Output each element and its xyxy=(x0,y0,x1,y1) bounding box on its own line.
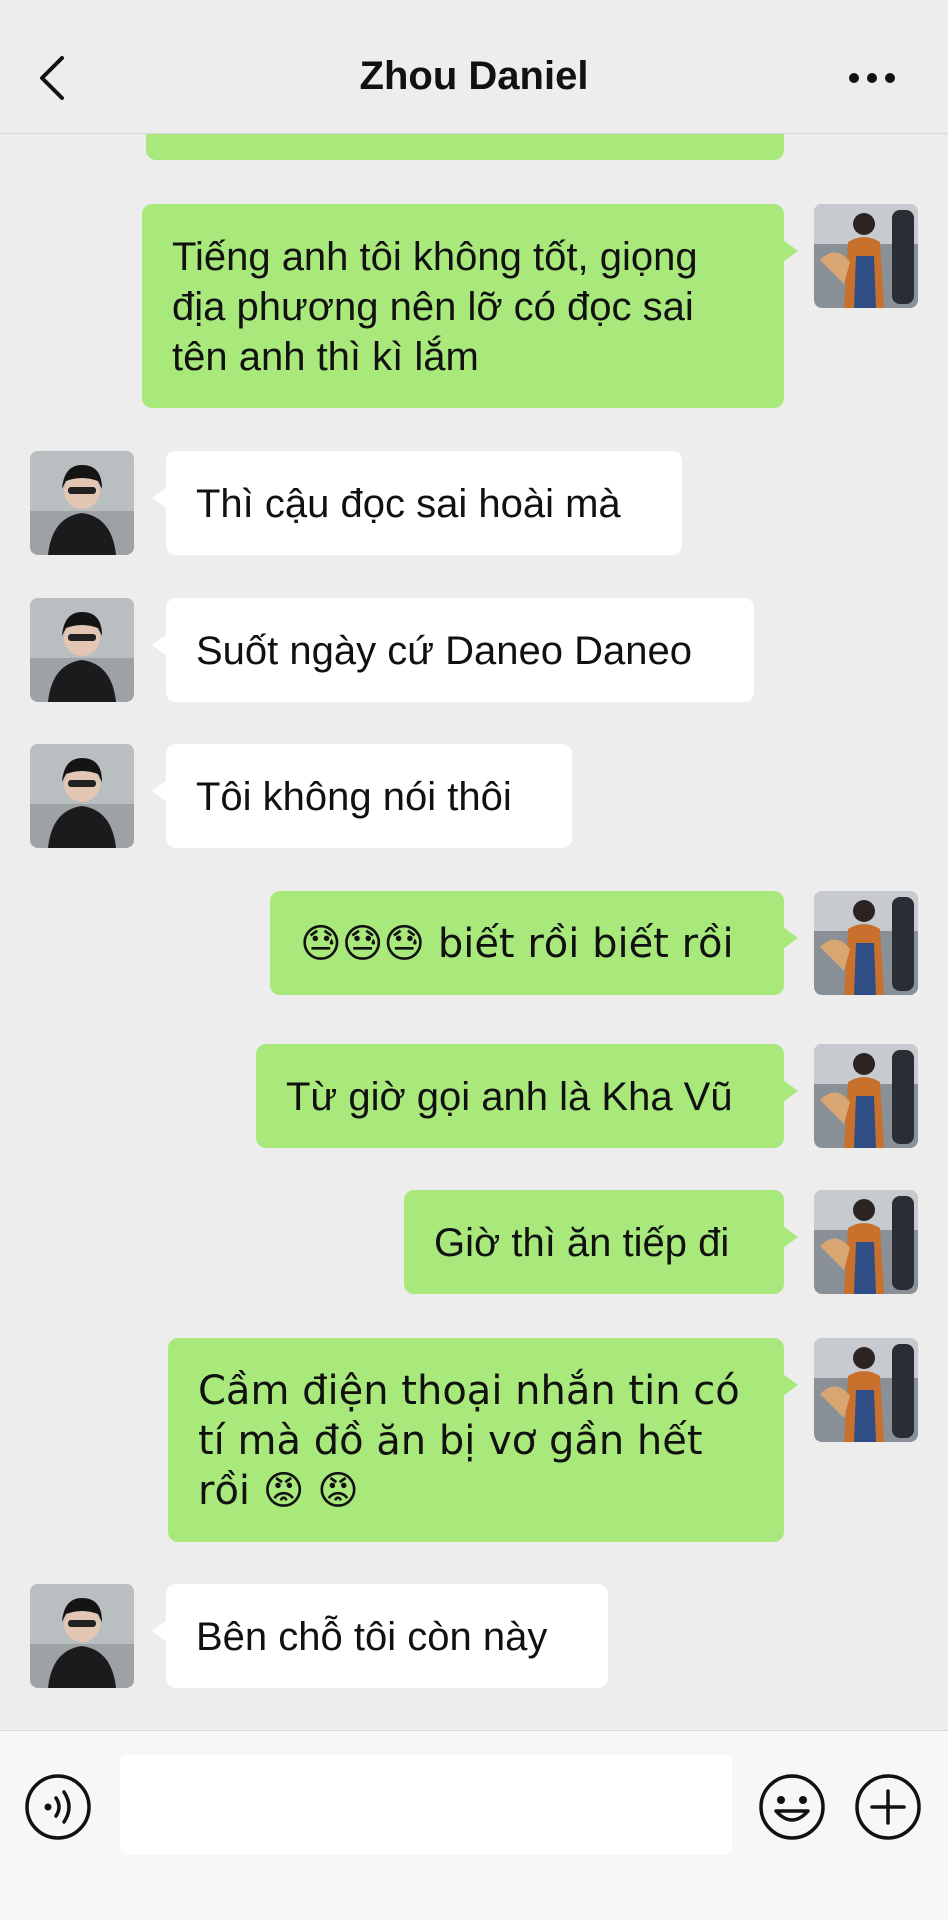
message-bubble[interactable]: Từ giờ gọi anh là Kha Vũ xyxy=(256,1044,798,1148)
message-bubble[interactable]: Tiếng anh tôi không tốt, giọng địa phươn… xyxy=(142,204,798,408)
contact-avatar[interactable] xyxy=(30,451,134,555)
chat-header: Zhou Daniel xyxy=(0,0,948,134)
contact-avatar[interactable] xyxy=(30,598,134,702)
message-list[interactable]: Tiếng anh tôi không tốt, giọng địa phươn… xyxy=(0,134,948,1730)
message-bubble[interactable]: Tôi không nói thôi xyxy=(152,744,572,848)
message-bubble-partial xyxy=(146,134,784,160)
voice-icon[interactable] xyxy=(24,1773,92,1841)
message-bubble[interactable]: Giờ thì ăn tiếp đi xyxy=(404,1190,798,1294)
input-bar xyxy=(0,1730,948,1920)
message-bubble[interactable]: Bên chỗ tôi còn này xyxy=(152,1584,608,1688)
chat-title: Zhou Daniel xyxy=(359,54,589,98)
message-bubble[interactable]: Cầm điện thoại nhắn tin có tí mà đồ ăn b… xyxy=(168,1338,798,1542)
emoji-icon[interactable] xyxy=(758,1773,826,1841)
message-input[interactable] xyxy=(120,1755,732,1855)
message-bubble[interactable]: 😓😓😓 biết rồi biết rồi xyxy=(270,891,798,995)
message-bubble[interactable]: Thì cậu đọc sai hoài mà xyxy=(152,451,682,555)
my-avatar[interactable] xyxy=(814,1044,918,1148)
plus-icon[interactable] xyxy=(854,1773,922,1841)
my-avatar[interactable] xyxy=(814,204,918,308)
my-avatar[interactable] xyxy=(814,1190,918,1294)
contact-avatar[interactable] xyxy=(30,1584,134,1688)
my-avatar[interactable] xyxy=(814,1338,918,1442)
my-avatar[interactable] xyxy=(814,891,918,995)
message-bubble[interactable]: Suốt ngày cứ Daneo Daneo xyxy=(152,598,754,702)
contact-avatar[interactable] xyxy=(30,744,134,848)
more-dots-icon[interactable] xyxy=(846,66,898,90)
